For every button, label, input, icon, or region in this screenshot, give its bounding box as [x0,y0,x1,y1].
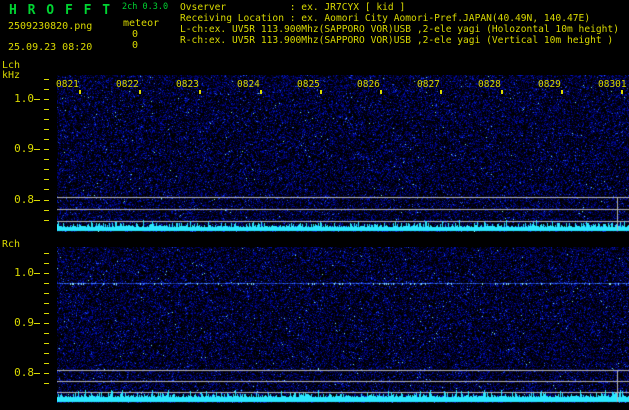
time-label: 0824 [237,79,260,90]
freq-tick-label: 0.8 [14,193,34,206]
freq-minor-tick [44,79,49,80]
rch-spectrogram [57,247,629,403]
freq-tick-dash [34,273,40,274]
time-tick [380,90,382,94]
observation-datetime: 25.09.23 08:20 [8,42,93,53]
freq-minor-tick [44,89,49,90]
freq-minor-tick [44,220,49,221]
time-label: 0829 [538,79,561,90]
time-tick [501,90,503,94]
freq-tick-dash [34,323,40,324]
freq-minor-tick [44,293,49,294]
freq-tick-dash [34,373,40,374]
freq-minor-tick [44,303,49,304]
freq-tick-dash [34,99,40,100]
freq-tick [44,273,49,274]
freq-tick-label: 1.0 [14,92,34,105]
station-info-line: Ovserver : ex. JR7CYX [ kid ] [180,2,406,13]
freq-tick [44,373,49,374]
time-label: 0828 [478,79,501,90]
freq-minor-tick [44,129,49,130]
mode-label: meteor [123,18,160,29]
freq-minor-tick [44,119,49,120]
freq-minor-tick [44,353,49,354]
time-tick [260,90,262,94]
time-tick [561,90,563,94]
time-tick [320,90,322,94]
freq-minor-tick [44,159,49,160]
time-label: 0821 [56,79,79,90]
freq-minor-tick [44,253,49,254]
lch-spectrogram [57,75,629,232]
time-tick [199,90,201,94]
freq-minor-tick [44,263,49,264]
freq-tick [44,200,49,201]
freq-minor-tick [44,210,49,211]
time-label: 0822 [116,79,139,90]
hrofft-window: H R O F F T 2ch 0.3.0 meteor 2509230820.… [0,0,629,410]
station-info-line: L-ch:ex. UV5R 113.900Mhz(SAPPORO VOR)USB… [180,24,619,35]
station-info-line: Receiving Location : ex. Aomori City Aom… [180,13,591,24]
khz-unit-label: kHz [2,70,21,81]
freq-minor-tick [44,169,49,170]
freq-tick [44,149,49,150]
freq-minor-tick [44,283,49,284]
time-label: 0827 [417,79,440,90]
freq-minor-tick [44,179,49,180]
time-tick [621,90,623,94]
freq-tick [44,323,49,324]
echo-count-long: 0 [131,29,138,40]
output-filename: 2509230820.png [8,21,93,32]
freq-tick-label: 1.0 [14,266,34,279]
freq-tick-dash [34,200,40,201]
freq-minor-tick [44,139,49,140]
app-version: 2ch 0.3.0 [122,2,169,12]
echo-count-total: 0 [131,40,138,51]
time-tick [440,90,442,94]
freq-minor-tick [44,333,49,334]
time-tick [79,90,81,94]
freq-minor-tick [44,383,49,384]
time-label: 0825 [297,79,320,90]
freq-minor-tick [44,189,49,190]
freq-tick-label: 0.9 [14,142,34,155]
freq-minor-tick [44,343,49,344]
freq-tick-label: 0.8 [14,366,34,379]
freq-tick-label: 0.9 [14,316,34,329]
freq-minor-tick [44,363,49,364]
freq-tick-dash [34,149,40,150]
freq-minor-tick [44,313,49,314]
freq-tick [44,99,49,100]
app-title: H R O F F T [9,3,112,18]
station-info: Ovserver : ex. JR7CYX [ kid ] Receiving L… [180,2,619,46]
freq-minor-tick [44,109,49,110]
time-tick [139,90,141,94]
time-label: 0823 [176,79,199,90]
time-label: 08301 [598,79,627,90]
station-info-line: R-ch:ex. UV5R 113.900Mhz(SAPPORO VOR)USB… [180,35,614,46]
time-label: 0826 [357,79,380,90]
rch-channel-label: Rch [2,239,21,250]
